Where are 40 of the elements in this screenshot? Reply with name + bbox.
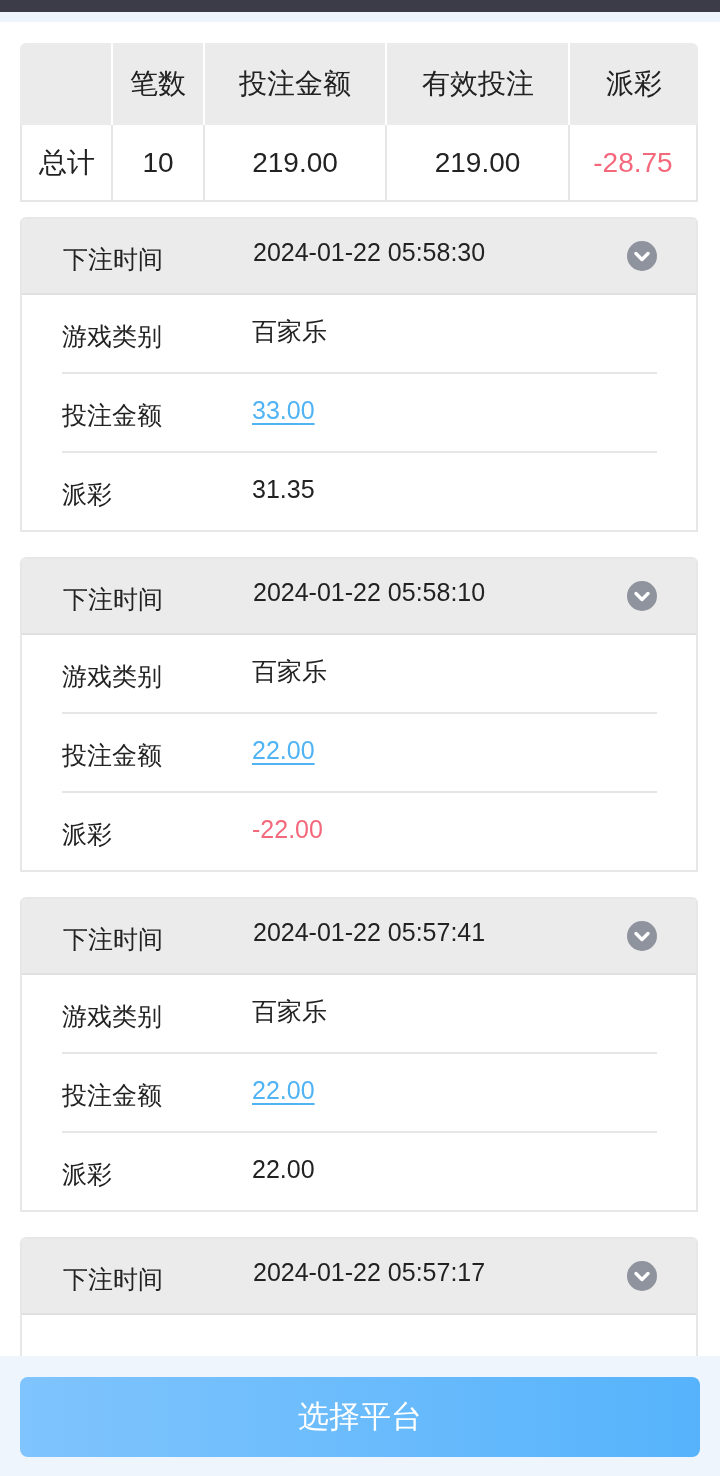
chevron-down-icon[interactable] bbox=[627, 921, 657, 951]
amount-link[interactable]: 33.00 bbox=[252, 396, 315, 429]
field-value: 百家乐 bbox=[252, 996, 327, 1027]
table-cell: 219.00 bbox=[434, 146, 521, 179]
chevron-down-icon[interactable] bbox=[627, 241, 657, 271]
field-label: 派彩 bbox=[62, 819, 113, 850]
field-label: 下注时间 bbox=[63, 923, 164, 955]
table-cell: 219.00 bbox=[252, 146, 338, 179]
field-value: 百家乐 bbox=[252, 316, 327, 347]
field-value: 31.35 bbox=[252, 475, 315, 505]
row-header: 总计 bbox=[38, 145, 95, 180]
field-value: 2024-01-22 05:58:10 bbox=[253, 577, 487, 608]
select-platform-button[interactable]: 选择平台 bbox=[20, 1377, 700, 1457]
field-label: 派彩 bbox=[62, 479, 113, 510]
table-cell: -28.75 bbox=[593, 146, 673, 179]
field-label: 下注时间 bbox=[63, 243, 164, 275]
field-value: -22.00 bbox=[252, 815, 323, 845]
field-label: 下注时间 bbox=[63, 583, 164, 615]
field-label: 派彩 bbox=[62, 1159, 113, 1190]
field-label: 游戏类别 bbox=[62, 1001, 163, 1032]
column-header: 派彩 bbox=[606, 67, 662, 101]
field-label: 投注金额 bbox=[62, 740, 163, 771]
column-header: 有效投注 bbox=[421, 67, 534, 101]
chevron-down-icon[interactable] bbox=[627, 1261, 657, 1291]
amount-link[interactable]: 22.00 bbox=[252, 1076, 315, 1109]
field-label: 下注时间 bbox=[63, 1263, 164, 1295]
field-label: 投注金额 bbox=[62, 1080, 163, 1111]
field-value: 22.00 bbox=[252, 1155, 315, 1185]
field-label: 游戏类别 bbox=[62, 661, 163, 692]
field-value: 2024-01-22 05:57:41 bbox=[253, 917, 487, 948]
column-header: 投注金额 bbox=[239, 67, 351, 101]
column-header: 笔数 bbox=[130, 67, 186, 101]
amount-link[interactable]: 22.00 bbox=[252, 736, 315, 769]
field-value: 2024-01-22 05:57:17 bbox=[253, 1257, 487, 1288]
table-cell: 10 bbox=[142, 146, 174, 179]
chevron-down-icon[interactable] bbox=[627, 581, 657, 611]
field-label: 游戏类别 bbox=[62, 321, 163, 352]
field-label: 投注金额 bbox=[62, 400, 163, 431]
field-value: 2024-01-22 05:58:30 bbox=[253, 237, 487, 268]
field-value: 百家乐 bbox=[252, 656, 327, 687]
